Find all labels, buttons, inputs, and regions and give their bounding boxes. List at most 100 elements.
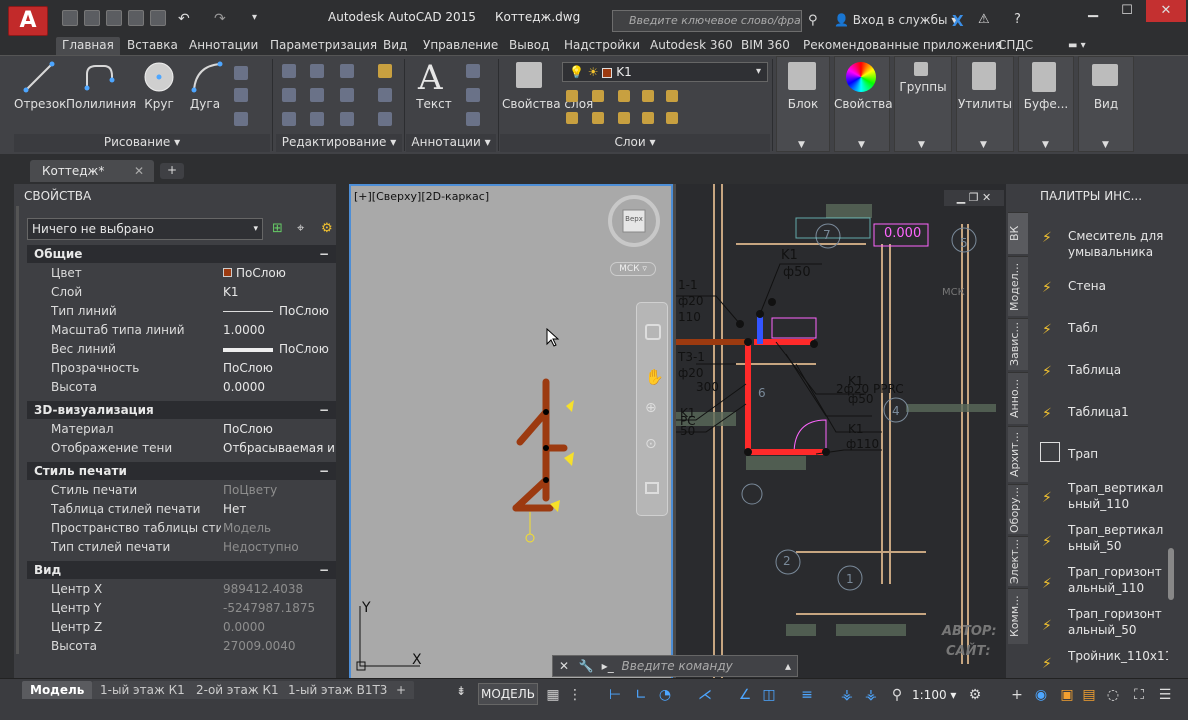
line-button[interactable]: Отрезок xyxy=(14,97,66,111)
prop-row[interactable]: Масштаб типа линий 1.0000 xyxy=(27,321,337,340)
arc-button[interactable]: Дуга xyxy=(186,97,224,111)
polyline-button[interactable]: Полилиния xyxy=(66,97,136,111)
table-icon[interactable] xyxy=(466,112,480,126)
add-icon[interactable]: + xyxy=(1008,686,1026,704)
tab-manage[interactable]: Управление xyxy=(417,37,504,55)
quick-select-icon[interactable]: ⚙ xyxy=(321,221,333,236)
file-tab[interactable]: Коттедж* ✕ xyxy=(30,160,154,182)
wrench-icon[interactable]: 🔧 xyxy=(579,659,594,673)
viewport-controls-label[interactable]: [+][Сверху][2D-каркас] xyxy=(354,190,489,203)
sign-in-button[interactable]: 👤 Вход в службы ▾ xyxy=(834,13,957,27)
layer-tool-icon[interactable] xyxy=(666,90,678,102)
isolate-icon[interactable]: ◌ xyxy=(1104,686,1122,704)
search-input[interactable]: Введите ключевое слово/фразу xyxy=(612,10,802,32)
a360-icon[interactable]: ⚠ xyxy=(978,12,990,27)
tool-item[interactable]: Таблица1 xyxy=(1068,404,1168,420)
move-icon[interactable] xyxy=(282,64,296,78)
layout-menu-icon[interactable]: ⇟ xyxy=(456,684,466,698)
palette-tab[interactable]: Элект... xyxy=(1008,536,1028,586)
close-button[interactable]: ✕ xyxy=(1146,0,1186,22)
text-icon[interactable]: A xyxy=(418,58,443,98)
clean-screen-icon[interactable]: ⛶ xyxy=(1130,686,1148,704)
workspace-icon[interactable]: ⚙ xyxy=(966,686,984,704)
leader-icon[interactable] xyxy=(466,88,480,102)
prop-row[interactable]: Пространство таблицы сти... Модель xyxy=(27,519,337,538)
undo-icon[interactable]: ↶ xyxy=(178,11,190,27)
modify-panel-title[interactable]: Редактирование ▾ xyxy=(276,134,402,152)
new-icon[interactable] xyxy=(62,10,78,26)
pan-icon[interactable]: ✋ xyxy=(645,368,664,386)
selection-dropdown[interactable]: Ничего не выбрано ▾ xyxy=(27,218,263,240)
scrollbar-thumb[interactable] xyxy=(1168,548,1174,600)
tool-item[interactable]: Табл xyxy=(1068,320,1168,336)
layout-tab[interactable]: 1-ый этаж К1 xyxy=(92,681,193,699)
tool-item[interactable]: Стена xyxy=(1068,278,1168,294)
qat-dropdown-icon[interactable]: ▾ xyxy=(252,12,257,23)
help-icon[interactable]: ? xyxy=(1014,12,1021,27)
arc-icon[interactable] xyxy=(190,60,224,94)
palette-tab[interactable]: Завис... xyxy=(1008,318,1028,370)
osnap-icon[interactable]: ◫ xyxy=(760,686,778,704)
binoculars-icon[interactable]: ⚲ xyxy=(808,13,818,28)
isodraft-icon[interactable]: ⋌ xyxy=(696,686,714,704)
tab-spds[interactable]: СПДС xyxy=(992,37,1039,55)
layers-panel-title[interactable]: Слои ▾ xyxy=(500,134,770,152)
collapse-icon[interactable]: − xyxy=(319,401,329,419)
layer-tool-icon[interactable] xyxy=(592,90,604,102)
fillet-icon[interactable] xyxy=(340,88,354,102)
palette-tab[interactable]: Архит... xyxy=(1008,426,1028,482)
tab-home[interactable]: Главная xyxy=(56,37,120,55)
tab-autodesk360[interactable]: Autodesk 360 xyxy=(644,37,739,55)
prop-row[interactable]: Центр Z 0.0000 xyxy=(27,618,337,637)
tab-annotate[interactable]: Аннотации xyxy=(183,37,264,55)
rotate-icon[interactable] xyxy=(310,64,324,78)
annotation-visibility-icon[interactable]: ⚶ xyxy=(838,686,856,704)
tab-addins[interactable]: Надстройки xyxy=(558,37,646,55)
save-as-icon[interactable] xyxy=(128,10,144,26)
layer-tool-icon[interactable] xyxy=(666,112,678,124)
line-icon[interactable] xyxy=(22,60,56,94)
viewcube-icon[interactable] xyxy=(606,195,662,251)
units-icon[interactable]: ◉ xyxy=(1032,686,1050,704)
dimension-icon[interactable] xyxy=(466,64,480,78)
palette-tab-vk[interactable]: ВК xyxy=(1008,212,1028,254)
tab-featured-apps[interactable]: Рекомендованные приложения xyxy=(797,37,1008,55)
grid-icon[interactable]: ▦ xyxy=(544,686,562,704)
prop-row[interactable]: Таблица стилей печати Нет xyxy=(27,500,337,519)
close-icon[interactable]: ✕ xyxy=(553,659,575,673)
section-3d-visualization[interactable]: 3D-визуализация − xyxy=(27,401,337,419)
tab-view[interactable]: Вид xyxy=(377,37,413,55)
prop-row[interactable]: Высота 27009.0040 xyxy=(27,637,337,656)
layer-dropdown[interactable]: 💡 ☀ K1 xyxy=(562,62,768,82)
section-view[interactable]: Вид − xyxy=(27,561,337,579)
circle-icon[interactable] xyxy=(142,60,176,94)
layer-tool-icon[interactable] xyxy=(592,112,604,124)
infer-constraints-icon[interactable]: ⊢ xyxy=(606,686,624,704)
prop-row[interactable]: Тип стилей печати Недоступно xyxy=(27,538,337,557)
prop-row[interactable]: Вес линий ПоСлою xyxy=(27,340,337,359)
circle-button[interactable]: Круг xyxy=(140,97,178,111)
maximize-button[interactable]: ☐ xyxy=(1112,0,1142,22)
customize-icon[interactable]: ☰ xyxy=(1156,686,1174,704)
erase-icon[interactable] xyxy=(378,64,392,78)
model-space-button[interactable]: МОДЕЛЬ xyxy=(478,683,538,705)
tool-item[interactable]: Таблица xyxy=(1068,362,1168,378)
tool-item[interactable]: Трап xyxy=(1068,446,1168,462)
layout-tab[interactable]: 1-ый этаж В1Т3 xyxy=(280,681,396,699)
lineweight-icon[interactable]: ≡ xyxy=(798,686,816,704)
auto-scale-icon[interactable]: ⚶ xyxy=(862,686,880,704)
draw-panel-title[interactable]: Рисование ▾ xyxy=(14,134,270,152)
steering-wheel-icon[interactable] xyxy=(645,324,661,340)
polar-icon[interactable]: ◔ xyxy=(656,686,674,704)
tool-item[interactable]: Трап_вертикальный_50 xyxy=(1068,522,1168,554)
chevron-down-icon[interactable]: ▾ xyxy=(756,66,761,77)
zoom-icon[interactable]: ⊕ xyxy=(645,400,657,416)
prop-row[interactable]: Материал ПоСлою xyxy=(27,420,337,439)
prop-row[interactable]: Высота 0.0000 xyxy=(27,378,337,397)
prop-row[interactable]: Цвет ПоСлою xyxy=(27,264,337,283)
layer-tool-icon[interactable] xyxy=(618,90,630,102)
section-general[interactable]: Общие − xyxy=(27,245,337,263)
stretch-icon[interactable] xyxy=(282,112,296,126)
palette-grip[interactable] xyxy=(16,206,19,654)
snap-icon[interactable]: ⋮ xyxy=(566,686,584,704)
